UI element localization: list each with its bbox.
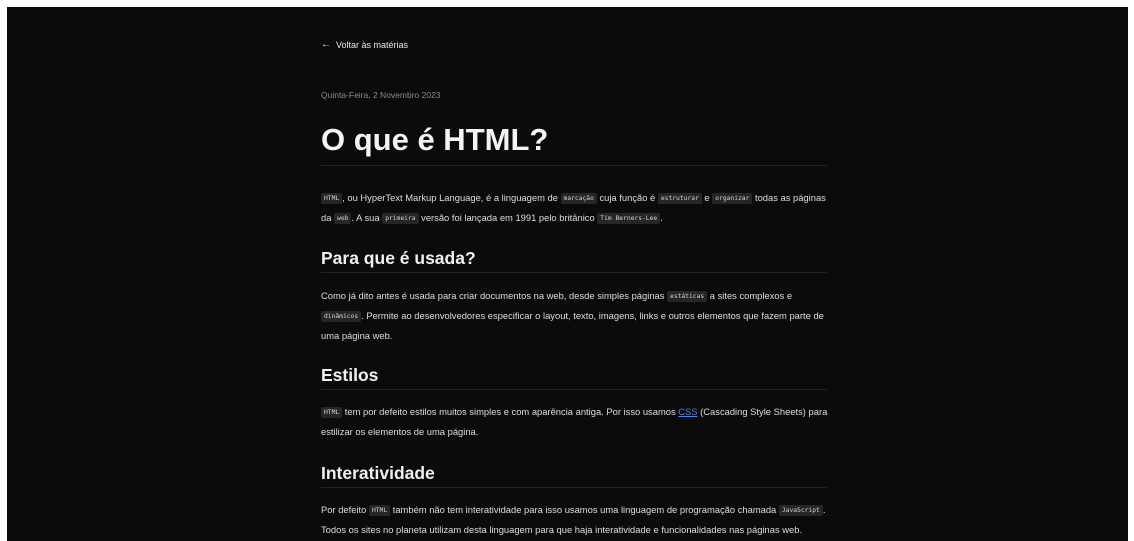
section-heading-usage: Para que é usada?	[321, 246, 827, 273]
intro-text: cuja função é	[596, 192, 658, 203]
intro-text: . A sua	[351, 212, 383, 223]
usage-text: a sites complexos e	[707, 290, 793, 301]
inline-code: HTML	[321, 193, 343, 204]
article-title: O que é HTML?	[321, 119, 827, 166]
intro-text: , ou HyperText Markup Language, é a ling…	[342, 192, 561, 203]
interactivity-text: também não tem interatividade para isso …	[390, 504, 779, 515]
section-heading-interactivity: Interatividade	[321, 461, 827, 488]
usage-text: . Permite ao desenvolvedores especificar…	[321, 310, 824, 341]
back-link-label: Voltar às matérias	[336, 40, 409, 50]
inline-code: organizar	[712, 193, 753, 204]
styles-text: tem por defeito estilos muitos simples e…	[342, 406, 679, 417]
inline-code: JavaScript	[778, 505, 823, 516]
page-background: ← Voltar às matérias Quinta-Feira, 2 Nov…	[7, 7, 1128, 541]
section-heading-styles: Estilos	[321, 363, 827, 390]
inline-code: HTML	[321, 407, 343, 418]
intro-text: versão foi lançada em 1991 pelo britânic…	[418, 212, 598, 223]
inline-code: web	[334, 213, 352, 224]
css-link[interactable]: CSS	[678, 406, 697, 417]
inline-code: marcação	[560, 193, 597, 204]
interactivity-paragraph: Por defeito HTML também não tem interati…	[321, 500, 831, 539]
inline-code: HTML	[368, 505, 391, 516]
inline-code: estruturar	[657, 193, 702, 204]
intro-text: .	[660, 212, 663, 223]
intro-text: e	[701, 192, 713, 203]
inline-code: Tim Berners-Lee	[597, 213, 661, 224]
usage-paragraph: Como já dito antes é usada para criar do…	[321, 286, 831, 345]
intro-paragraph: HTML, ou HyperText Markup Language, é a …	[321, 188, 831, 228]
back-to-articles-link[interactable]: ← Voltar às matérias	[321, 39, 409, 51]
interactivity-text: Por defeito	[321, 504, 369, 515]
inline-code: dinâmicos	[321, 311, 362, 322]
arrow-left-icon: ←	[321, 39, 331, 50]
inline-code: primeira	[382, 213, 419, 224]
usage-text: Como já dito antes é usada para criar do…	[321, 290, 668, 301]
styles-paragraph: HTML tem por defeito estilos muitos simp…	[321, 402, 831, 441]
inline-code: estáticas	[667, 291, 708, 302]
article-date: Quinta-Feira, 2 Novembro 2023	[321, 90, 441, 100]
